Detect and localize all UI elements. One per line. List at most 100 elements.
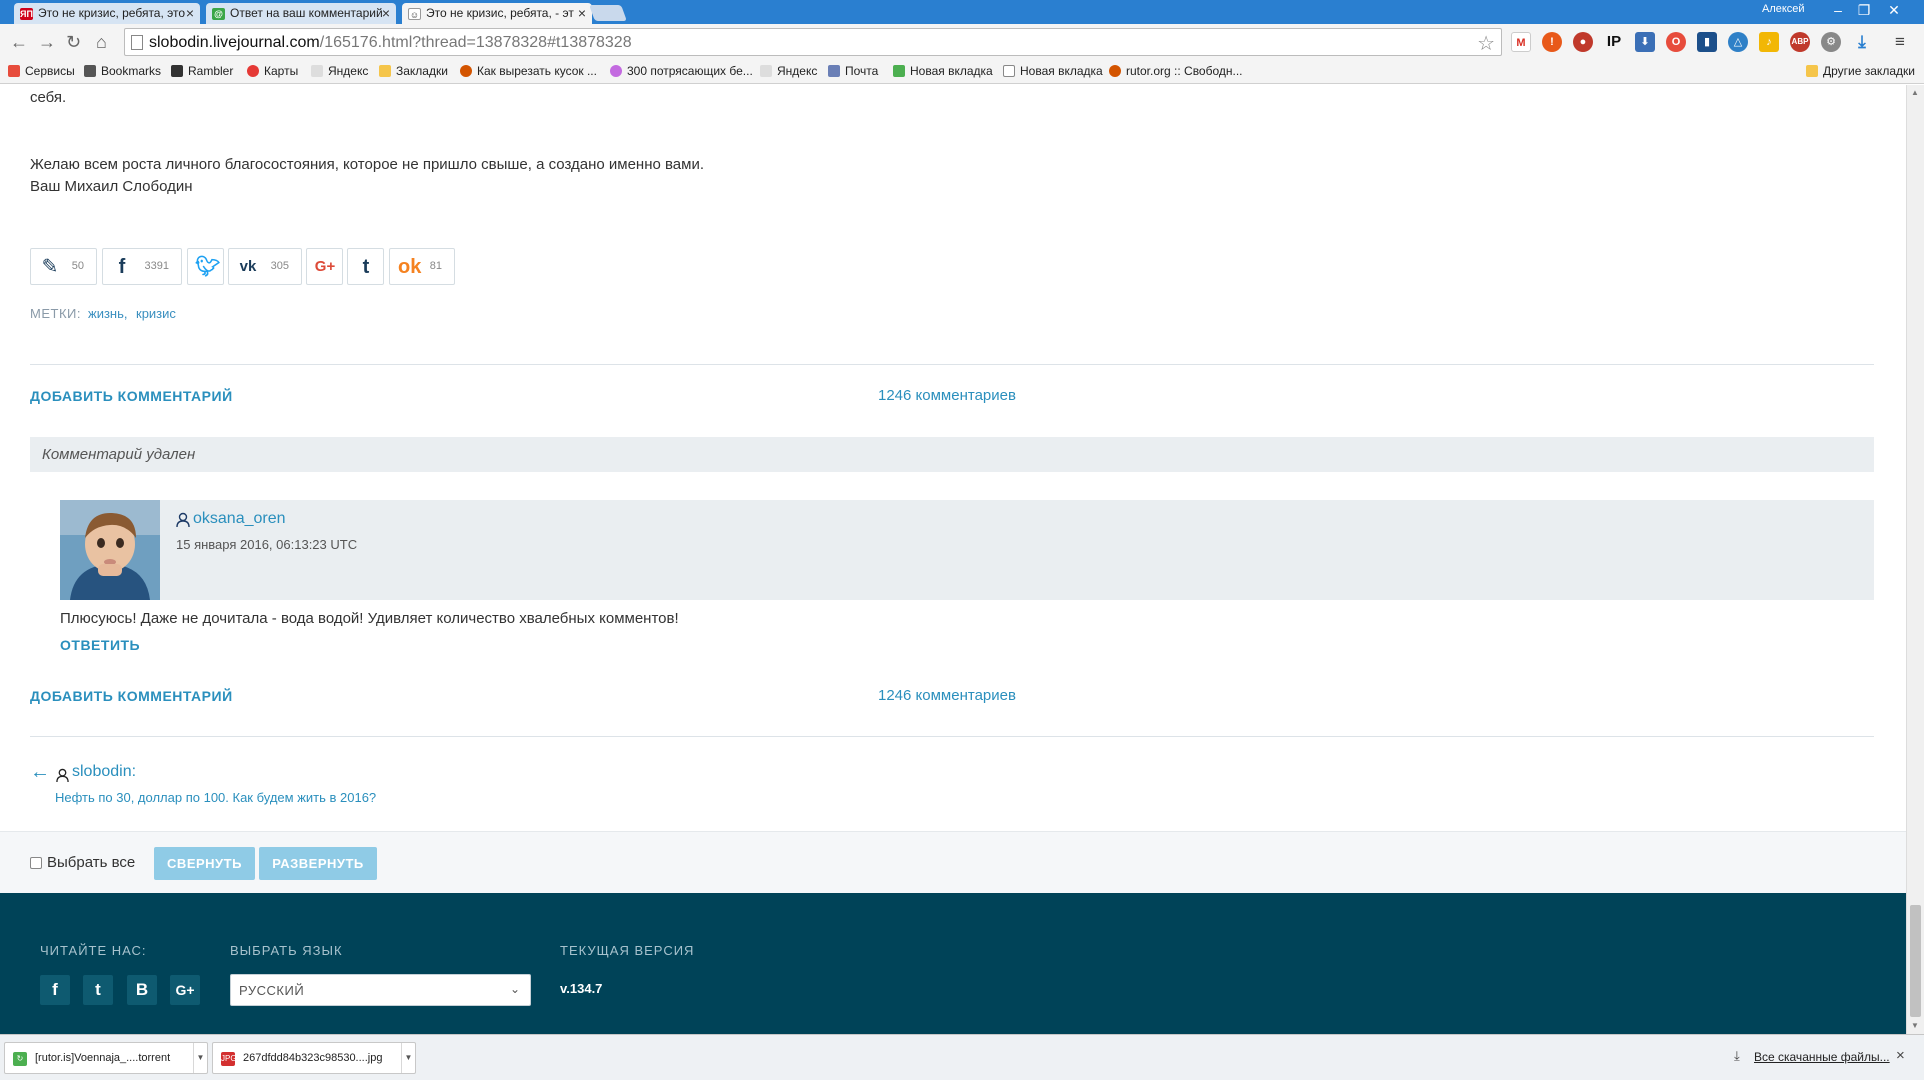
bookmark-yandex-2[interactable]: Яндекс [760, 64, 817, 78]
yandex-news-icon: ЯП [20, 8, 33, 20]
twitter-icon[interactable]: t [83, 975, 113, 1005]
prev-post-link[interactable]: Нефть по 30, доллар по 100. Как будем жи… [55, 790, 376, 805]
image-file-icon: JPG [221, 1052, 237, 1066]
tab-3-active[interactable]: ☺ Это не кризис, ребята, - эт × [402, 3, 592, 24]
tumblr-icon: t [362, 256, 370, 278]
comment-count-link-bottom[interactable]: 1246 комментариев [878, 687, 1016, 704]
tab-2[interactable]: @ Ответ на ваш комментарий × [206, 3, 396, 24]
bookmark-label: Карты [264, 64, 299, 78]
share-twitter-button[interactable]: 🐦︎ [187, 248, 224, 285]
record-icon[interactable]: ● [1573, 32, 1593, 52]
profile-name[interactable]: Алексей [1762, 3, 1805, 15]
bookmark-label: Как вырезать кусок ... [477, 64, 597, 78]
scroll-down-icon[interactable]: ▼ [1911, 1021, 1919, 1030]
close-icon[interactable]: × [186, 5, 194, 21]
bookmark-bookmarks[interactable]: Bookmarks [84, 64, 161, 78]
share-livejournal-button[interactable]: ✎ 50 [30, 248, 97, 285]
chevron-down-icon[interactable]: ▼ [401, 1043, 415, 1073]
scroll-thumb[interactable] [1910, 905, 1921, 1017]
scrollbar[interactable]: ▲ ▼ [1906, 85, 1924, 1034]
collapse-button[interactable]: СВЕРНУТЬ [154, 847, 255, 880]
bookmark-300[interactable]: 300 потрясающих бе... [610, 64, 753, 78]
ip-icon[interactable]: IP [1604, 32, 1624, 52]
comment-count-link[interactable]: 1246 комментариев [878, 387, 1016, 404]
bookmark-rutor[interactable]: rutor.org :: Свободн... [1109, 64, 1243, 78]
comment-date[interactable]: 15 января 2016, 06:13:23 UTC [176, 537, 357, 552]
language-value: РУССКИЙ [239, 983, 305, 998]
reload-icon[interactable]: ↻ [66, 32, 81, 52]
bookmark-services[interactable]: Сервисы [8, 64, 75, 78]
vk-icon[interactable]: В [127, 975, 157, 1005]
share-facebook-button[interactable]: f 3391 [102, 248, 182, 285]
bookmark-maps[interactable]: Карты [247, 64, 298, 78]
share-tumblr-button[interactable]: t [347, 248, 384, 285]
bookmark-rambler[interactable]: Rambler [171, 64, 233, 78]
select-all-checkbox[interactable] [30, 857, 42, 869]
download-filename: [rutor.is]Voennaja_....torrent [35, 1052, 171, 1064]
share-vk-button[interactable]: vk 305 [228, 248, 302, 285]
add-comment-link-bottom[interactable]: ДОБАВИТЬ КОММЕНТАРИЙ [30, 688, 233, 704]
home-icon[interactable]: ⌂ [96, 32, 107, 52]
menu-icon[interactable]: ≡ [1890, 32, 1910, 52]
gmail-icon[interactable]: M [1511, 32, 1531, 52]
other-bookmarks[interactable]: Другие закладки [1806, 64, 1915, 78]
url-text[interactable]: slobodin.livejournal.com/165176.html?thr… [149, 34, 632, 52]
tab-1[interactable]: ЯП Это не кризис, ребята, это × [14, 3, 200, 24]
close-icon[interactable]: × [578, 5, 586, 21]
address-bar[interactable]: slobodin.livejournal.com/165176.html?thr… [124, 28, 1502, 56]
google-plus-icon[interactable]: G+ [170, 975, 200, 1005]
bookmark-zakladki[interactable]: Закладки [379, 64, 448, 78]
prev-post-author[interactable]: slobodin: [72, 763, 136, 781]
window-close-icon[interactable]: ✕ [1882, 1, 1906, 19]
comment-username[interactable]: oksana_oren [193, 510, 286, 528]
avatar[interactable] [60, 500, 160, 600]
bookmark-star-icon[interactable]: ☆ [1477, 31, 1495, 56]
bookmark-new-tab-2[interactable]: Новая вкладка [1003, 64, 1103, 78]
expand-button[interactable]: РАЗВЕРНУТЬ [259, 847, 377, 880]
star-icon [84, 65, 96, 77]
language-select[interactable]: РУССКИЙ ⌄ [230, 974, 531, 1006]
yandex-icon [311, 65, 323, 77]
chevron-down-icon[interactable]: ▼ [193, 1043, 207, 1073]
minimize-icon[interactable]: – [1826, 1, 1850, 19]
close-icon[interactable]: × [1896, 1047, 1905, 1064]
mail-icon [828, 65, 840, 77]
back-icon[interactable]: ← [10, 32, 28, 52]
deleted-comment-text: Комментарий удален [42, 446, 196, 463]
gear-icon[interactable]: ⚙ [1821, 32, 1841, 52]
chart-icon[interactable]: ▮ [1697, 32, 1717, 52]
share-google-plus-button[interactable]: G+ [306, 248, 343, 285]
download-item-jpg[interactable]: JPG 267dfdd84b323c98530....jpg ▼ [212, 1042, 416, 1074]
tag-link-life[interactable]: жизнь, [88, 306, 127, 321]
add-comment-link[interactable]: ДОБАВИТЬ КОММЕНТАРИЙ [30, 388, 233, 404]
warning-icon[interactable]: ! [1542, 32, 1562, 52]
facebook-icon[interactable]: f [40, 975, 70, 1005]
bookmark-new-tab-1[interactable]: Новая вкладка [893, 64, 993, 78]
bookmark-cut[interactable]: Как вырезать кусок ... [460, 64, 597, 78]
user-icon [56, 768, 69, 782]
arrow-left-icon[interactable]: ← [30, 761, 50, 784]
new-tab-button[interactable] [589, 5, 627, 21]
close-icon[interactable]: × [382, 5, 390, 21]
download-icon[interactable]: ⤓ [1852, 32, 1872, 52]
bell-icon[interactable]: ♪ [1759, 32, 1779, 52]
opera-icon[interactable]: O [1666, 32, 1686, 52]
reply-link[interactable]: ОТВЕТИТЬ [60, 637, 140, 653]
restore-icon[interactable]: ❐ [1852, 1, 1876, 19]
share-odnoklassniki-button[interactable]: ok 81 [389, 248, 455, 285]
adblock-icon[interactable]: ABP [1790, 32, 1810, 52]
all-downloads-link[interactable]: Все скачанные файлы... [1754, 1050, 1890, 1064]
tag-link-crisis[interactable]: кризис [136, 306, 176, 321]
drive-icon[interactable]: △ [1728, 32, 1748, 52]
select-all-label[interactable]: Выбрать все [47, 854, 135, 871]
download-item-torrent[interactable]: ↻ [rutor.is]Voennaja_....torrent ▼ [4, 1042, 208, 1074]
read-us-heading: ЧИТАЙТЕ НАС: [40, 943, 147, 958]
bookmark-mail[interactable]: Почта [828, 64, 878, 78]
post-text-tail: себя. [30, 89, 67, 106]
forward-icon[interactable]: → [38, 32, 56, 52]
bookmark-yandex[interactable]: Яндекс [311, 64, 368, 78]
yandex-icon [760, 65, 772, 77]
scroll-up-icon[interactable]: ▲ [1911, 88, 1919, 97]
bookmark-label: Bookmarks [101, 64, 162, 78]
download-arrow-icon[interactable]: ⬇ [1635, 32, 1655, 52]
